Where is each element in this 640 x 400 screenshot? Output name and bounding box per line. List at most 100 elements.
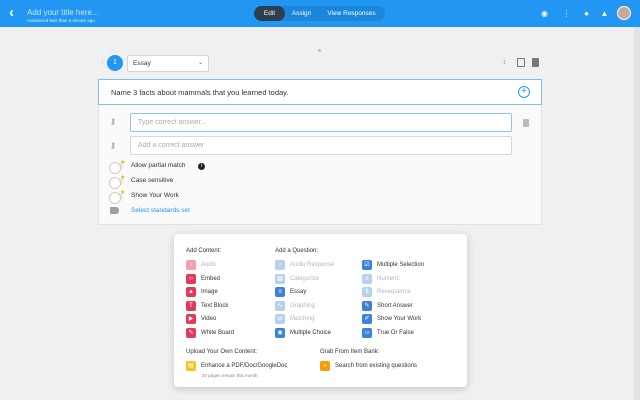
matching-icon: ⇄ [275, 314, 285, 325]
question-prompt[interactable]: Name 3 facts about mammals that you lear… [111, 88, 288, 97]
add-question-categorize: ▦ Categorize [275, 273, 355, 284]
essay-icon: ≡ [275, 287, 285, 298]
key-icon: ⚷ [110, 117, 116, 126]
eye-icon[interactable]: ◉ [539, 8, 550, 19]
page-scrollbar[interactable] [634, 27, 640, 400]
drag-dot-icon [318, 49, 321, 52]
answer-panel: ⚷ Type correct answer... ⚷ Add a correct… [98, 105, 542, 225]
upload-remaining: 20 pages remain this month [202, 373, 258, 378]
audio-icon: ♪ [186, 260, 196, 270]
more-vertical-icon[interactable]: ⋮ [561, 8, 572, 19]
tag-icon [110, 207, 119, 214]
copy-icon[interactable] [517, 58, 525, 67]
menu-item-label: Embed [201, 275, 221, 282]
show-your-work-icon: ✐ [362, 314, 372, 325]
menu-item-label: Audio [201, 262, 217, 268]
tab-edit[interactable]: Edit [254, 6, 285, 21]
embed-icon: ‹› [186, 273, 196, 284]
mode-tabs: Edit Assign View Responses [254, 6, 385, 21]
true-or-false-icon: T/F [362, 328, 372, 338]
add-question-multiple-choice[interactable]: ◉ Multiple Choice [275, 328, 355, 338]
points-label[interactable]: 1 [503, 60, 506, 66]
question-number: 1 [107, 55, 123, 71]
menu-item-label: Video [201, 316, 217, 323]
menu-item-label: Audio Response [290, 262, 335, 268]
menu-item-label: Image [201, 289, 218, 296]
upload-pdf-item[interactable]: ▤ Enhance a PDF/Doc/GoogleDoc [186, 361, 316, 371]
menu-item-label: Text Block [201, 302, 229, 309]
add-content-text-block[interactable]: T Text Block [186, 300, 266, 311]
audio-response-icon: ♪ [275, 260, 285, 270]
menu-item-label: Numeric [377, 275, 400, 282]
tab-assign[interactable]: Assign [285, 6, 318, 21]
answer-trash-icon[interactable] [523, 119, 529, 127]
question-heading: Add a Question: [275, 248, 319, 254]
chat-icon[interactable]: ● [581, 8, 592, 19]
add-content-audio: ♪ Audio [186, 260, 266, 270]
add-question-audio-response: ♪ Audio Response [275, 260, 355, 270]
bell-icon[interactable]: ▲ [599, 8, 610, 19]
add-media-plus-icon[interactable]: + [518, 86, 530, 98]
star-icon: ★ [120, 175, 126, 181]
item-bank-search[interactable]: ⌕ Search from existing questions [320, 361, 450, 371]
add-question-graphing: ∿ Graphing [275, 300, 355, 311]
bank-item-label: Search from existing questions [335, 363, 418, 369]
add-question-show-your-work[interactable]: ✐ Show Your Work [362, 314, 442, 325]
bank-heading: Grab From Item Bank: [320, 349, 380, 355]
add-question-short-answer[interactable]: ✎ Short Answer [362, 300, 442, 311]
document-icon: ▤ [186, 361, 196, 371]
menu-item-label: Short Answer [377, 302, 413, 309]
image-icon: ▲ [186, 287, 196, 298]
add-question-essay[interactable]: ≡ Essay [275, 287, 355, 298]
add-question-multiple-selection[interactable]: ☑ Multiple Selection [362, 260, 442, 270]
star-icon: ★ [120, 160, 126, 166]
title-input[interactable]: Add your title here... [27, 8, 99, 17]
select-standards-link[interactable]: Select standards set [131, 207, 190, 214]
numeric-icon: # [362, 273, 372, 284]
menu-item-label: Graphing [290, 302, 315, 309]
option-label: Allow partial match [131, 162, 186, 169]
option-label: Show Your Work [131, 192, 179, 199]
menu-item-label: Matching [290, 316, 315, 323]
video-icon: ▶ [186, 314, 196, 325]
menu-item-label: Show Your Work [377, 316, 422, 323]
add-content-image[interactable]: ▲ Image [186, 287, 266, 298]
menu-item-label: White Board [201, 330, 235, 336]
categorize-icon: ▦ [275, 273, 285, 284]
back-arrow-icon[interactable]: ‹ [9, 5, 23, 21]
resequence-icon: ⇅ [362, 287, 372, 298]
menu-item-label: Essay [290, 289, 307, 296]
multiple-choice-icon: ◉ [275, 328, 285, 338]
tab-view-responses[interactable]: View Responses [318, 6, 385, 21]
add-content-menu: Add Content: Add a Question: ♪ Audio ‹› Emb… [174, 234, 467, 387]
question-type-value: Essay [133, 60, 151, 67]
add-content-embed[interactable]: ‹› Embed [186, 273, 266, 284]
star-icon: ★ [120, 190, 126, 196]
menu-item-label: True Or False [377, 330, 414, 336]
add-correct-answer-input[interactable]: Add a correct answer [130, 136, 512, 155]
user-avatar[interactable] [617, 6, 631, 20]
chevron-down-icon: ⌄ [197, 60, 203, 66]
question-prompt-box[interactable]: Name 3 facts about mammals that you lear… [98, 79, 542, 105]
info-icon[interactable]: i [198, 163, 205, 170]
upload-heading: Upload Your Own Content: [186, 349, 258, 355]
short-answer-icon: ✎ [362, 300, 372, 311]
upload-item-label: Enhance a PDF/Doc/GoogleDoc [201, 363, 288, 369]
add-content-white-board[interactable]: ✎ White Board [186, 328, 266, 338]
key-icon: ⚷ [110, 141, 116, 150]
autosave-status: Autosaved less than a minute ago [27, 18, 95, 23]
add-question-matching: ⇄ Matching [275, 314, 355, 325]
menu-item-label: Multiple Selection [377, 262, 425, 268]
menu-item-label: Categorize [290, 275, 320, 282]
trash-icon[interactable] [532, 58, 539, 67]
correct-answer-input[interactable]: Type correct answer... [130, 113, 512, 132]
graphing-icon: ∿ [275, 300, 285, 311]
add-content-video[interactable]: ▶ Video [186, 314, 266, 325]
text-block-icon: T [186, 300, 196, 311]
question-type-select[interactable]: Essay ⌄ [127, 55, 209, 72]
add-question-true-or-false[interactable]: T/F True Or False [362, 328, 442, 338]
add-question-numeric: # Numeric [362, 273, 442, 284]
add-question-resequence: ⇅ Resequence [362, 287, 442, 298]
white-board-icon: ✎ [186, 328, 196, 338]
menu-item-label: Multiple Choice [290, 330, 332, 336]
